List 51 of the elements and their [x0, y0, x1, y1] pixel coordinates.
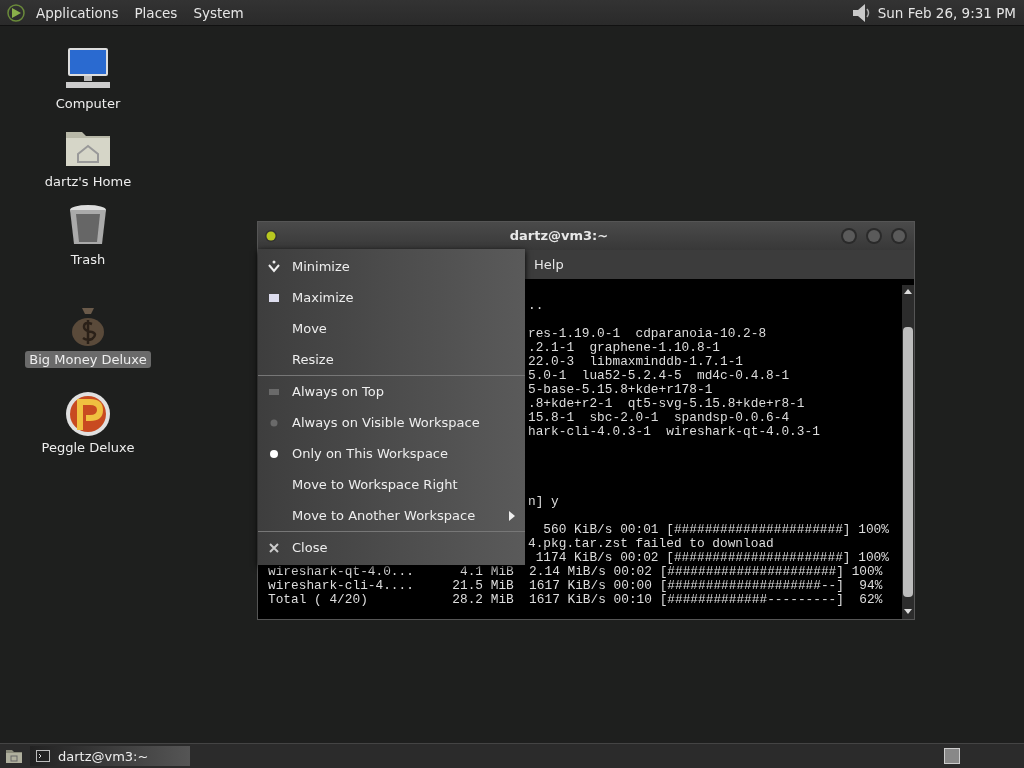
terminal-line: wireshark-cli-4.... 21.5 MiB 1617 KiB/s 00:00 [####################--] 94% — [268, 579, 883, 593]
menu-item[interactable]: Maximize — [258, 282, 525, 313]
menu-item[interactable]: Resize — [258, 344, 525, 375]
menu-item[interactable]: Move to Another Workspace — [258, 500, 525, 531]
taskbar-button[interactable]: dartz@vm3:~ — [30, 746, 190, 766]
panel-menu[interactable]: System — [187, 2, 250, 23]
checkbox-icon[interactable] — [269, 387, 279, 396]
radio-icon[interactable] — [269, 448, 279, 459]
menu-item[interactable]: Move to Workspace Right — [258, 469, 525, 500]
workspace-switcher[interactable] — [944, 748, 960, 764]
terminal-line: 4.pkg.tar.zst failed to download — [528, 537, 774, 551]
terminal-line: 1174 KiB/s 00:02 [######################] 100% — [534, 551, 889, 565]
panel-menu[interactable]: Places — [128, 2, 184, 23]
menu-item[interactable]: Always on Top — [258, 376, 525, 407]
panel-menu[interactable]: Applications — [30, 2, 125, 23]
icon-label[interactable]: Trash — [66, 251, 110, 268]
minimize-icon — [267, 259, 281, 274]
terminal-line: .2.1-1 graphene-1.10.8-1 — [528, 341, 720, 355]
terminal-line: Total ( 4/20) 28.2 MiB 1617 KiB/s 00:10 [#############---------] 62% — [268, 593, 883, 607]
scrollbar[interactable] — [902, 285, 914, 619]
icon-label[interactable]: Big Money Deluxe — [25, 351, 151, 368]
terminal-line: .8+kde+r2-1 qt5-svg-5.15.8+kde+r8-1 — [528, 397, 805, 411]
show-desktop-icon[interactable] — [4, 747, 24, 765]
maximize-icon — [269, 293, 279, 302]
close-icon — [268, 541, 280, 554]
menu-item[interactable]: Only on This Workspace — [258, 438, 525, 469]
terminal-line: 5.0-1 lua52-5.2.4-5 md4c-0.4.8-1 — [528, 369, 790, 383]
terminal-icon — [36, 750, 50, 762]
terminal-line: 15.8-1 sbc-2.0-1 spandsp-0.0.6-4 — [528, 411, 790, 425]
icon-label[interactable]: Peggle Deluxe — [37, 439, 139, 456]
terminal-line: .. — [528, 299, 544, 313]
terminal-line: hark-cli-4.0.3-1 wireshark-qt-4.0.3-1 — [528, 425, 820, 439]
terminal-line: 22.0-3 libmaxminddb-1.7.1-1 — [528, 355, 744, 369]
logo-icon[interactable] — [6, 2, 26, 23]
menu-item[interactable]: Minimize — [258, 251, 525, 282]
terminal-line: res-1.19.0-1 cdparanoia-10.2-8 — [528, 327, 767, 341]
menu-item[interactable]: Help — [528, 254, 570, 274]
icon-label[interactable]: dartz's Home — [40, 173, 136, 190]
submenu-arrow-icon — [507, 509, 517, 522]
menu-item[interactable]: Always on Visible Workspace — [258, 407, 525, 438]
terminal-line: 560 KiB/s 00:01 [######################] 100% — [542, 523, 889, 537]
menu-item[interactable]: Close — [258, 532, 525, 563]
window-menu-icon[interactable] — [264, 228, 278, 243]
radio-icon[interactable] — [269, 417, 279, 428]
terminal-line: n] y — [528, 495, 559, 509]
menu-item[interactable]: Move — [258, 313, 525, 344]
icon-label[interactable]: Computer — [51, 95, 125, 112]
window-title: dartz@vm3:~ — [508, 228, 610, 244]
clock[interactable]: Sun Feb 26, 9:31 PM — [877, 4, 1018, 21]
terminal-line: 5-base-5.15.8+kde+r178-1 — [528, 383, 713, 397]
terminal-line: wireshark-qt-4.0... 4.1 MiB 2.14 MiB/s 00:02 [######################] 100% — [268, 565, 883, 579]
